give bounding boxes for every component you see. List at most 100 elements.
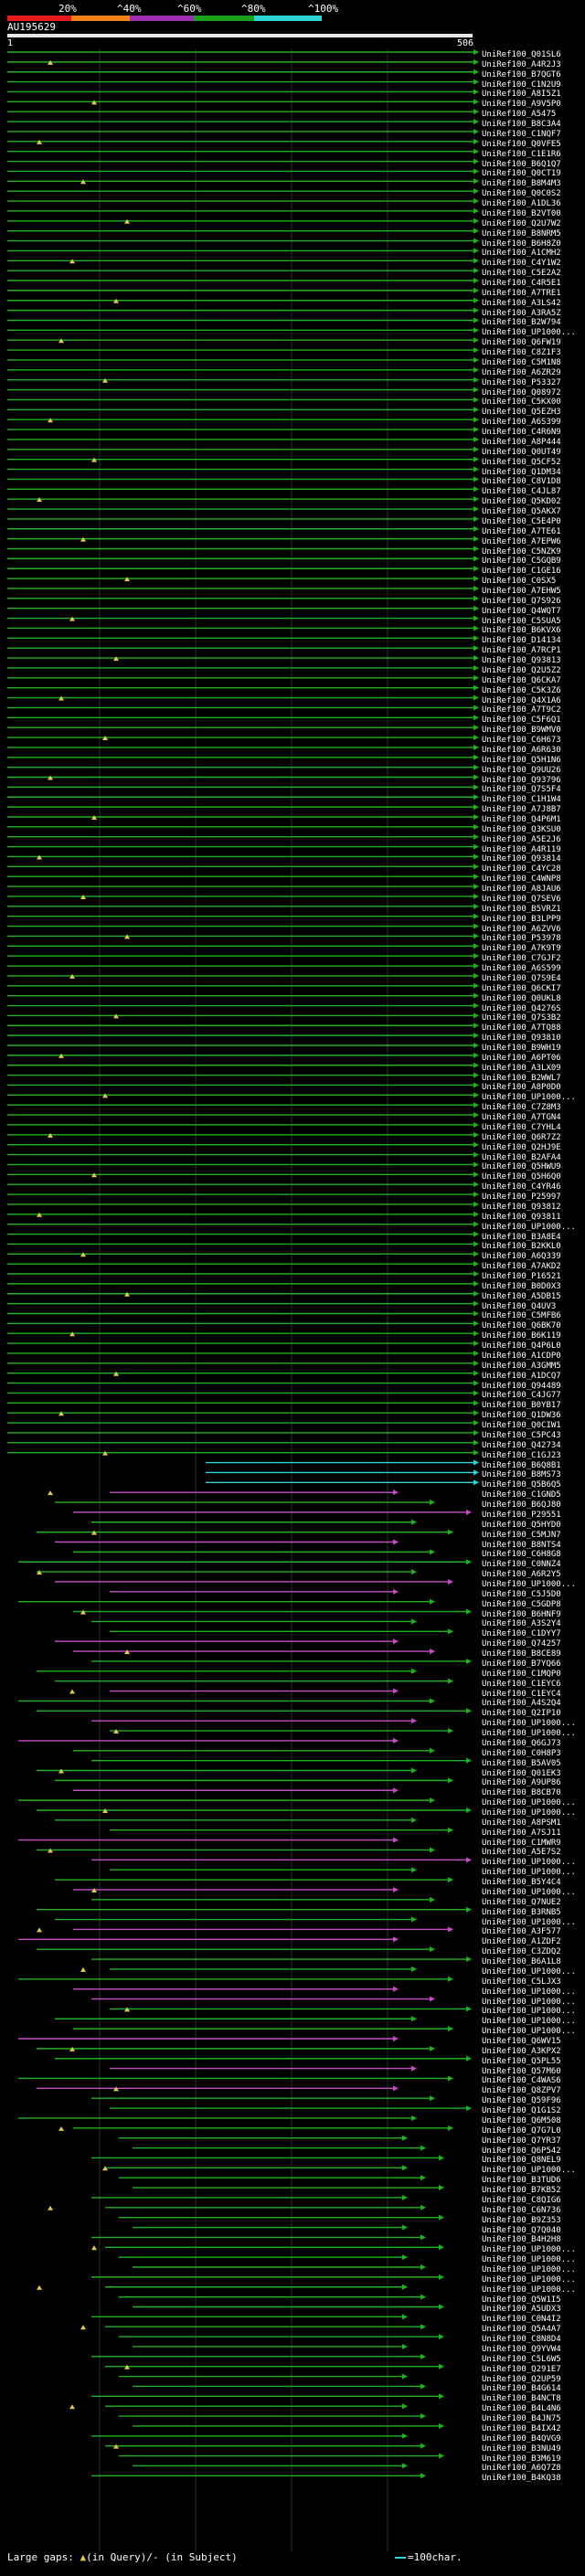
hit-label[interactable]: UniRef100_A4R119 (482, 845, 585, 854)
hit-label[interactable]: UniRef100_A9UP86 (482, 1778, 585, 1787)
hit-label[interactable]: UniRef100_Q4P6M1 (482, 815, 585, 824)
hit-label[interactable]: UniRef100_A5UDX3 (482, 2305, 585, 2314)
hit-label[interactable]: UniRef100_B7KB52 (482, 2186, 585, 2195)
hit-label[interactable]: UniRef100_Q93811 (482, 1213, 585, 1222)
hit-label[interactable]: UniRef100_UP1000... (482, 1093, 585, 1102)
hit-label[interactable]: UniRef100_Q0CIW1 (482, 1421, 585, 1430)
hit-label[interactable]: UniRef100_Q74257 (482, 1639, 585, 1648)
hit-label[interactable]: UniRef100_B0D0X3 (482, 1282, 585, 1291)
hit-label[interactable]: UniRef100_C6H8G8 (482, 1550, 585, 1559)
hit-label[interactable]: UniRef100_B4H2H8 (482, 2235, 585, 2244)
hit-label[interactable]: UniRef100_C4Y1W2 (482, 259, 585, 268)
hit-label[interactable]: UniRef100_Q94489 (482, 1382, 585, 1391)
hit-label[interactable]: UniRef100_C3ZDQ2 (482, 1947, 585, 1956)
hit-label[interactable]: UniRef100_B5VRZ1 (482, 905, 585, 914)
hit-label[interactable]: UniRef100_B2AFA4 (482, 1153, 585, 1162)
hit-label[interactable]: UniRef100_Q5KD02 (482, 497, 585, 506)
hit-label[interactable]: UniRef100_Q93813 (482, 656, 585, 665)
hit-label[interactable]: UniRef100_UP1000... (482, 1888, 585, 1897)
hit-label[interactable]: UniRef100_Q6BK70 (482, 1321, 585, 1330)
hit-label[interactable]: UniRef100_Q3KSU0 (482, 825, 585, 834)
hit-label[interactable]: UniRef100_Q5HWU9 (482, 1162, 585, 1171)
hit-label[interactable]: UniRef100_UP1000... (482, 1967, 585, 1977)
hit-label[interactable]: UniRef100_Q1DW36 (482, 1411, 585, 1420)
hit-label[interactable]: UniRef100_A6R630 (482, 746, 585, 755)
hit-label[interactable]: UniRef100_Q93812 (482, 1203, 585, 1212)
hit-label[interactable]: UniRef100_Q0UT49 (482, 448, 585, 457)
hit-label[interactable]: UniRef100_Q5AKX7 (482, 507, 585, 516)
hit-label[interactable]: UniRef100_Q6FW19 (482, 338, 585, 347)
hit-label[interactable]: UniRef100_A9V5P0 (482, 100, 585, 109)
hit-label[interactable]: UniRef100_A7TQ88 (482, 1023, 585, 1033)
hit-label[interactable]: UniRef100_A6S399 (482, 418, 585, 427)
hit-label[interactable]: UniRef100_C1NQF7 (482, 130, 585, 139)
hit-label[interactable]: UniRef100_Q8ZPV7 (482, 2086, 585, 2095)
hit-label[interactable]: UniRef100_A5DB15 (482, 1292, 585, 1301)
hit-label[interactable]: UniRef100_Q7SEV6 (482, 895, 585, 904)
hit-label[interactable]: UniRef100_A7SJ11 (482, 1829, 585, 1838)
hit-label[interactable]: UniRef100_Q93814 (482, 854, 585, 864)
hit-label[interactable]: UniRef100_C5L6W5 (482, 2355, 585, 2364)
hit-label[interactable]: UniRef100_A3GMM5 (482, 1362, 585, 1371)
hit-label[interactable]: UniRef100_UP1000... (482, 2007, 585, 2016)
hit-label[interactable]: UniRef100_C4R5E1 (482, 279, 585, 288)
hit-label[interactable]: UniRef100_Q01EK3 (482, 1769, 585, 1778)
hit-label[interactable]: UniRef100_B5Y4C4 (482, 1878, 585, 1887)
hit-label[interactable]: UniRef100_B6Q8B1 (482, 1461, 585, 1470)
hit-label[interactable]: UniRef100_Q6GJ73 (482, 1739, 585, 1748)
hit-label[interactable]: UniRef100_UP1000... (482, 2017, 585, 2026)
hit-label[interactable]: UniRef100_A6Q339 (482, 1252, 585, 1261)
hit-label[interactable]: UniRef100_B2VT00 (482, 209, 585, 218)
hit-label[interactable]: UniRef100_UP1000... (482, 2265, 585, 2274)
hit-label[interactable]: UniRef100_Q7YR37 (482, 2136, 585, 2146)
hit-label[interactable]: UniRef100_P29551 (482, 1511, 585, 1520)
hit-label[interactable]: UniRef100_A7TE61 (482, 527, 585, 536)
hit-label[interactable]: UniRef100_B9WMV0 (482, 726, 585, 735)
hit-label[interactable]: UniRef100_Q4UV3 (482, 1302, 585, 1311)
hit-label[interactable]: UniRef100_UP1000... (482, 2285, 585, 2295)
hit-label[interactable]: UniRef100_Q4WQT7 (482, 607, 585, 616)
hit-label[interactable]: UniRef100_P53978 (482, 934, 585, 943)
hit-label[interactable]: UniRef100_Q57M60 (482, 2067, 585, 2076)
hit-label[interactable]: UniRef100_B6KVX6 (482, 626, 585, 635)
hit-label[interactable]: UniRef100_Q8NEL9 (482, 2156, 585, 2165)
hit-label[interactable]: UniRef100_C7GJF2 (482, 954, 585, 963)
hit-label[interactable]: UniRef100_Q2HJ9E (482, 1143, 585, 1152)
hit-label[interactable]: UniRef100_C5J5D0 (482, 1590, 585, 1599)
hit-label[interactable]: UniRef100_C1GE16 (482, 567, 585, 576)
hit-label[interactable]: UniRef100_B7YQ66 (482, 1659, 585, 1669)
hit-label[interactable]: UniRef100_A7TGN4 (482, 1113, 585, 1122)
hit-label[interactable]: UniRef100_Q0VFE5 (482, 140, 585, 149)
hit-label[interactable]: UniRef100_B3LPP9 (482, 915, 585, 924)
hit-label[interactable]: UniRef100_A5475 (482, 110, 585, 119)
hit-label[interactable]: UniRef100_A3RA5Z (482, 309, 585, 318)
hit-label[interactable]: UniRef100_C5LJX3 (482, 1977, 585, 1987)
hit-label[interactable]: UniRef100_C5F6Q1 (482, 716, 585, 725)
hit-label[interactable]: UniRef100_B4L4N6 (482, 2404, 585, 2413)
hit-label[interactable]: UniRef100_C4WNP8 (482, 875, 585, 884)
hit-label[interactable]: UniRef100_UP1000... (482, 2166, 585, 2175)
hit-label[interactable]: UniRef100_C1EYC4 (482, 1690, 585, 1699)
hit-label[interactable]: UniRef100_Q2IP10 (482, 1709, 585, 1718)
hit-label[interactable]: UniRef100_Q7S926 (482, 597, 585, 606)
hit-label[interactable]: UniRef100_Q9YVW4 (482, 2345, 585, 2354)
hit-label[interactable]: UniRef100_Q5CF52 (482, 458, 585, 467)
hit-label[interactable]: UniRef100_B9Z353 (482, 2216, 585, 2225)
hit-label[interactable]: UniRef100_Q0C0S2 (482, 189, 585, 198)
hit-label[interactable]: UniRef100_P53327 (482, 378, 585, 387)
hit-label[interactable]: UniRef100_Q7G7L0 (482, 2126, 585, 2136)
hit-label[interactable]: UniRef100_B3NU49 (482, 2444, 585, 2454)
hit-label[interactable]: UniRef100_Q5HYD0 (482, 1521, 585, 1530)
hit-label[interactable]: UniRef100_C5NZK9 (482, 547, 585, 557)
hit-label[interactable]: UniRef100_UP1000... (482, 2275, 585, 2284)
hit-label[interactable]: UniRef100_UP1000... (482, 1798, 585, 1807)
hit-label[interactable]: UniRef100_C5MJN7 (482, 1531, 585, 1540)
hit-label[interactable]: UniRef100_B0YB17 (482, 1401, 585, 1410)
hit-label[interactable]: UniRef100_C6N736 (482, 2206, 585, 2215)
hit-label[interactable]: UniRef100_UP1000... (482, 2245, 585, 2254)
hit-label[interactable]: UniRef100_B2KKL0 (482, 1242, 585, 1251)
hit-label[interactable]: UniRef100_C6H673 (482, 736, 585, 745)
hit-label[interactable]: UniRef100_A7AKD2 (482, 1262, 585, 1271)
hit-label[interactable]: UniRef100_C4JL87 (482, 487, 585, 496)
hit-label[interactable]: UniRef100_C5GDP8 (482, 1600, 585, 1609)
